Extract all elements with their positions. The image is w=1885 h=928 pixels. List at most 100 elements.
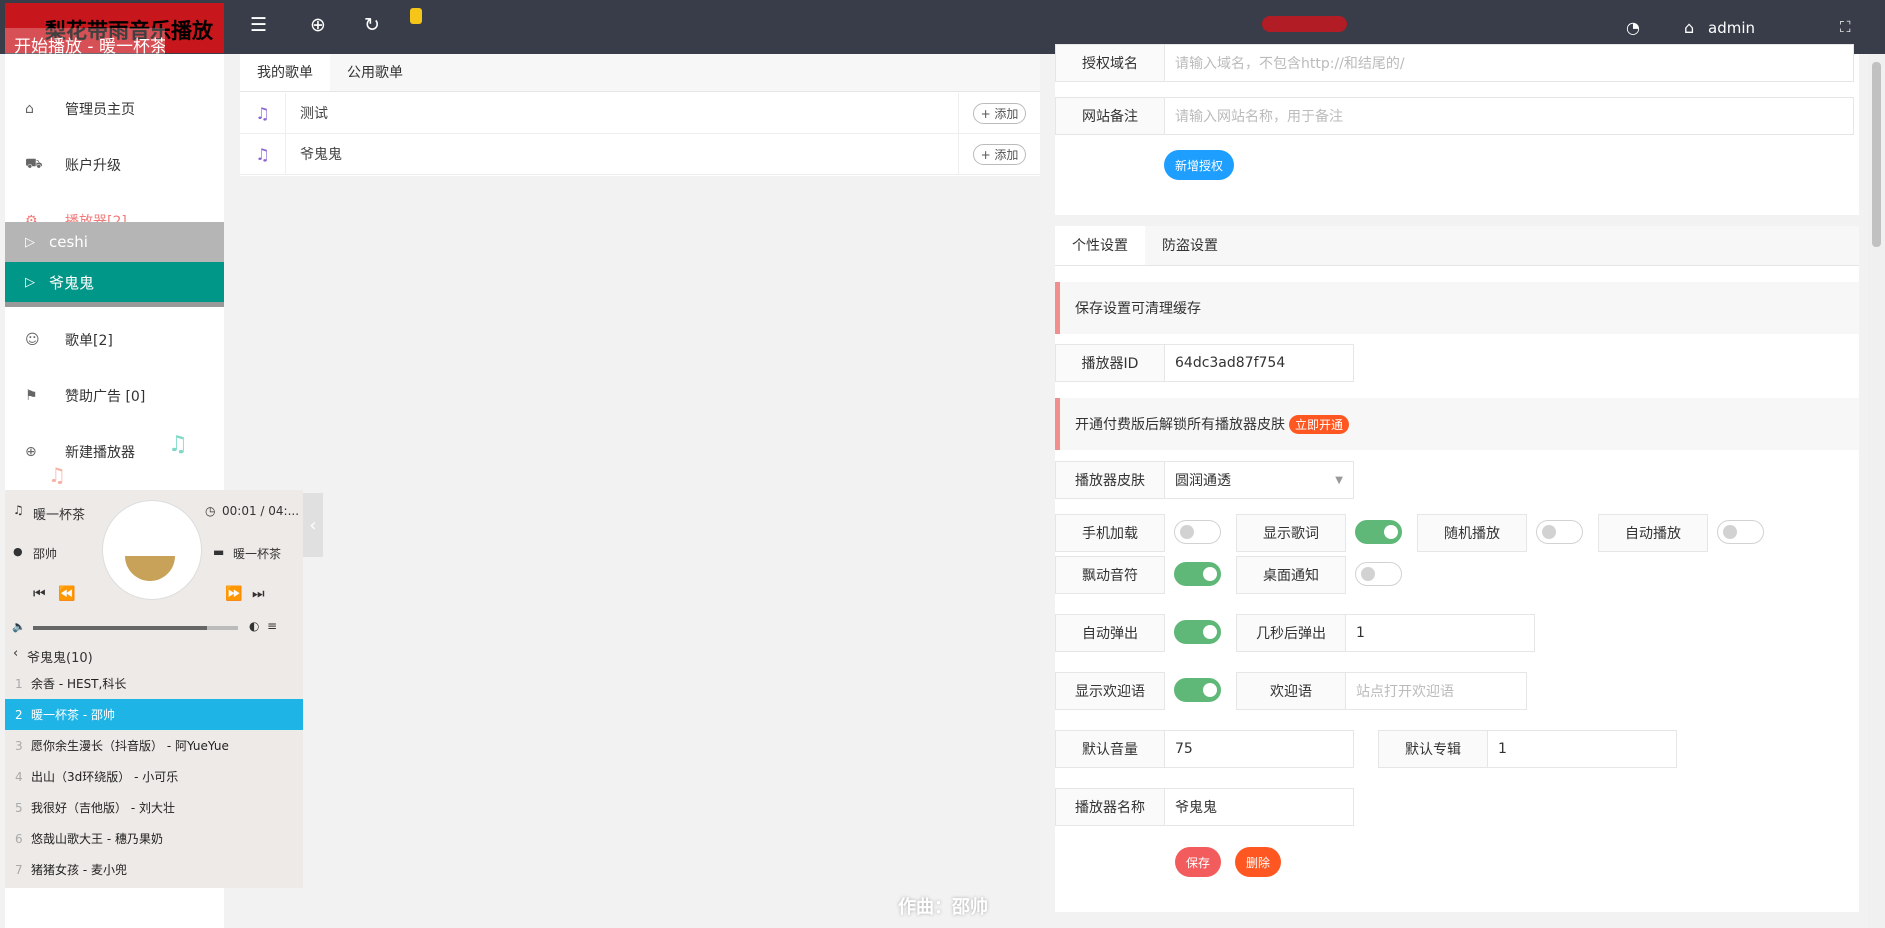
autopop-toggle[interactable] bbox=[1174, 620, 1221, 644]
sidebar-subitem-active[interactable]: ▷ 爷鬼鬼 bbox=[5, 262, 224, 302]
rewind-icon[interactable]: ⏪ bbox=[58, 586, 75, 602]
songlist-name: 测试 bbox=[300, 106, 328, 122]
shuffle-toggle[interactable] bbox=[1536, 520, 1583, 544]
playlist-item[interactable]: 1 余香 - HEST,科长 bbox=[5, 668, 303, 699]
welcome-show-toggle[interactable] bbox=[1174, 678, 1221, 702]
track-number: 1 bbox=[15, 676, 23, 691]
sidebar-item-label: 赞助广告 [0] bbox=[65, 389, 146, 405]
lyric-overlay: 作曲：邵帅 bbox=[898, 897, 988, 918]
skin-select[interactable]: 圆润通透 ▼ bbox=[1164, 461, 1354, 499]
skip-back-icon[interactable]: ⏮ bbox=[33, 586, 46, 602]
play-time: 00:01 / 04:... bbox=[222, 504, 300, 518]
playlist-item[interactable]: 5 我很好（吉他版） - 刘大壮 bbox=[5, 792, 303, 823]
player-id-field[interactable]: 64dc3ad87f754 bbox=[1164, 344, 1354, 382]
flag-icon: ⚑ bbox=[25, 388, 38, 404]
autoplay-toggle[interactable] bbox=[1717, 520, 1764, 544]
sidebar-item-label: 歌单[2] bbox=[65, 333, 113, 349]
skin-selected-value: 圆润通透 bbox=[1175, 473, 1231, 489]
sidebar-subitem-ceshi[interactable]: ▷ ceshi bbox=[5, 222, 224, 262]
refresh-icon[interactable]: ↻ bbox=[364, 14, 380, 36]
album-name: 暖一杯茶 bbox=[233, 547, 282, 561]
autopop-label: 自动弹出 bbox=[1055, 614, 1165, 652]
mode-toggle-icon[interactable]: ◐ bbox=[249, 619, 259, 633]
delay-input[interactable]: 1 bbox=[1345, 614, 1535, 652]
welcome-input[interactable]: 站点打开欢迎语 bbox=[1345, 672, 1527, 710]
track-title: 暖一杯茶 - 邵帅 bbox=[31, 708, 115, 722]
open-now-badge[interactable]: 立即开通 bbox=[1289, 414, 1350, 434]
progress-bar[interactable] bbox=[33, 626, 238, 630]
delete-button[interactable]: 删除 bbox=[1235, 847, 1281, 877]
delay-label: 几秒后弹出 bbox=[1236, 614, 1346, 652]
music-icon: ♫ bbox=[13, 503, 24, 517]
song-title: 暖一杯茶 bbox=[33, 508, 86, 523]
table-row: ♫ 测试 + 添加 bbox=[240, 92, 1040, 134]
volume-fill bbox=[33, 626, 208, 630]
floating-notes-toggle[interactable] bbox=[1174, 562, 1221, 586]
desktop-notify-toggle[interactable] bbox=[1355, 562, 1402, 586]
sidebar-item-upgrade[interactable]: ⛟ 账户升级 bbox=[5, 137, 224, 193]
back-icon[interactable]: ‹ bbox=[13, 646, 18, 661]
globe-icon[interactable]: ⊕ bbox=[310, 14, 326, 36]
sidebar-item-admin-home[interactable]: ⌂ 管理员主页 bbox=[5, 81, 224, 137]
player-collapse-tab[interactable]: ‹ bbox=[303, 493, 323, 557]
artist-icon: ● bbox=[13, 545, 23, 558]
add-button[interactable]: + 添加 bbox=[972, 143, 1027, 165]
tab-personal-settings[interactable]: 个性设置 bbox=[1055, 226, 1145, 265]
player-id-label: 播放器ID bbox=[1055, 344, 1165, 382]
page-scrollbar[interactable] bbox=[1868, 54, 1885, 928]
menu-toggle-icon[interactable]: ☰ bbox=[250, 14, 267, 36]
fullscreen-icon[interactable]: ⛶ bbox=[1840, 18, 1851, 36]
music-note-decoration: ♫ bbox=[48, 463, 66, 487]
tab-anti-theft-settings[interactable]: 防盗设置 bbox=[1145, 226, 1235, 265]
playlist-item-active[interactable]: 2 暖一杯茶 - 邵帅 bbox=[5, 699, 303, 730]
player-name-input[interactable]: 爷鬼鬼 bbox=[1164, 788, 1354, 826]
playlist-item[interactable]: 4 出山（3d环绕版） - 小可乐 bbox=[5, 761, 303, 792]
tab-public-songlists[interactable]: 公用歌单 bbox=[330, 54, 420, 91]
scrollbar-thumb[interactable] bbox=[1872, 62, 1881, 247]
playlist-item[interactable]: 3 愿你余生漫长（抖音版） - 阿YueYue bbox=[5, 730, 303, 761]
player-name-label: 播放器名称 bbox=[1055, 788, 1165, 826]
track-title: 出山（3d环绕版） - 小可乐 bbox=[31, 770, 179, 784]
dashboard-icon[interactable]: ◔ bbox=[1626, 18, 1640, 37]
sidebar-item-label: 管理员主页 bbox=[65, 102, 135, 118]
caret-down-icon: ▼ bbox=[1335, 474, 1343, 486]
fast-forward-icon[interactable]: ⏩ bbox=[225, 586, 242, 602]
user-icon: ☺ bbox=[25, 332, 40, 348]
show-lyrics-toggle[interactable] bbox=[1355, 520, 1402, 544]
tab-my-songlists[interactable]: 我的歌单 bbox=[240, 54, 330, 91]
mobile-load-toggle[interactable] bbox=[1174, 520, 1221, 544]
track-number: 6 bbox=[15, 831, 23, 846]
album-input[interactable]: 1 bbox=[1487, 730, 1677, 768]
lantern-icon bbox=[410, 8, 422, 24]
track-title: 余香 - HEST,科长 bbox=[31, 677, 127, 691]
notice-text: 保存设置可清理缓存 bbox=[1075, 301, 1201, 317]
save-button[interactable]: 保存 bbox=[1175, 847, 1221, 877]
add-button[interactable]: + 添加 bbox=[972, 102, 1027, 124]
playlist-item[interactable]: 6 悠哉山歌大王 - 穗乃果奶 bbox=[5, 823, 303, 854]
album-cover[interactable] bbox=[102, 500, 202, 600]
sidebar-item-label: 新建播放器 bbox=[65, 445, 135, 461]
sidebar-item-new-player[interactable]: ⊕ 新建播放器 bbox=[5, 424, 224, 480]
sidebar-item-songlists[interactable]: ☺ 歌单[2] bbox=[5, 312, 224, 368]
volume-icon[interactable]: 🔈 bbox=[12, 620, 26, 633]
volume-input[interactable]: 75 bbox=[1164, 730, 1354, 768]
playlist-item[interactable]: 7 猪猪女孩 - 麦小兜 bbox=[5, 854, 303, 885]
songlist-name: 爷鬼鬼 bbox=[300, 147, 342, 163]
sidebar-item-ads[interactable]: ⚑ 赞助广告 [0] bbox=[5, 368, 224, 424]
skin-label: 播放器皮肤 bbox=[1055, 461, 1165, 499]
skip-forward-icon[interactable]: ⏭ bbox=[252, 586, 265, 602]
home-icon: ⌂ bbox=[25, 101, 34, 117]
volume-label: 默认音量 bbox=[1055, 730, 1165, 768]
playlist-icon[interactable]: ≡ bbox=[267, 619, 277, 633]
admin-user[interactable]: admin bbox=[1708, 19, 1755, 37]
sidebar-subitem-label: 爷鬼鬼 bbox=[49, 273, 95, 292]
remark-input[interactable]: 请输入网站名称，用于备注 bbox=[1164, 97, 1854, 135]
cache-notice: 保存设置可清理缓存 bbox=[1055, 282, 1859, 334]
tag-icon[interactable]: ⌂ bbox=[1684, 18, 1694, 37]
songlist-tabs: 我的歌单 公用歌单 bbox=[240, 54, 1040, 92]
firecracker-decoration bbox=[1262, 16, 1347, 32]
sidebar-subitem-label: ceshi bbox=[49, 233, 88, 251]
add-auth-button[interactable]: 新增授权 bbox=[1164, 150, 1234, 180]
domain-input[interactable]: 请输入域名，不包含http://和结尾的/ bbox=[1164, 44, 1854, 82]
clock-icon: ◷ bbox=[205, 504, 216, 518]
